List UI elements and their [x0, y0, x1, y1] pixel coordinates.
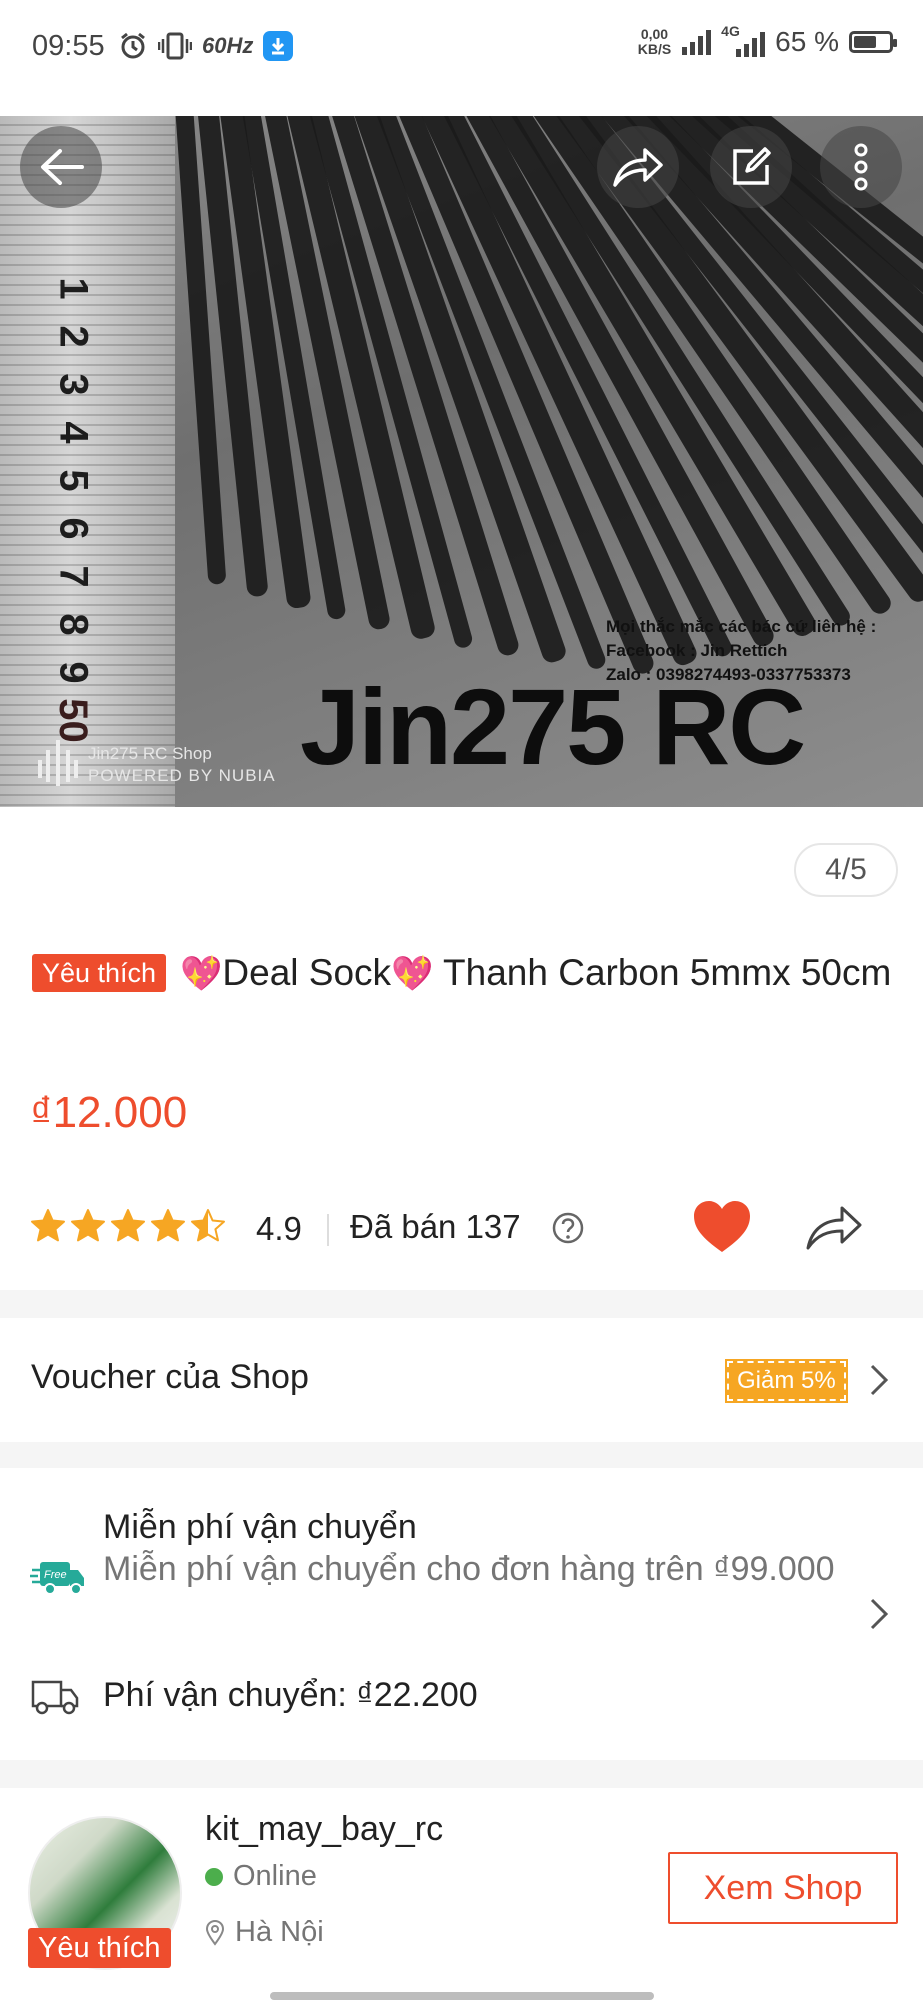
free-shipping-title: Miễn phí vận chuyển	[103, 1508, 417, 1546]
ruler-number: 3	[51, 373, 96, 396]
edit-button[interactable]	[710, 126, 792, 208]
rating-row: 4.9 Đã bán 137	[30, 1200, 900, 1256]
location-pin-icon	[205, 1919, 225, 1946]
chevron-right-icon	[870, 1598, 889, 1630]
image-counter: 4/5	[794, 843, 898, 897]
star-icon	[151, 1209, 185, 1242]
brand-watermark: Jin275 RC	[300, 666, 806, 787]
status-time: 09:55	[32, 30, 105, 62]
divider	[327, 1214, 329, 1246]
battery-level	[854, 36, 877, 48]
ruler-number: 9	[51, 661, 96, 684]
section-gap	[0, 1290, 923, 1318]
online-dot-icon	[205, 1867, 223, 1886]
ruler-number: 2	[51, 325, 96, 348]
nubia-logo-icon	[38, 740, 78, 786]
ruler-number: 7	[51, 565, 96, 588]
chevron-right-icon	[870, 1364, 889, 1396]
signal-icon	[682, 30, 712, 55]
rating-value: 4.9	[256, 1210, 302, 1247]
more-vertical-icon	[854, 143, 868, 191]
download-icon	[263, 31, 294, 61]
section-gap	[0, 1442, 923, 1468]
share-outline-icon[interactable]	[804, 1202, 864, 1252]
product-title: Yêu thích 💖Deal Sock💖 Thanh Carbon 5mmx 5…	[32, 948, 892, 999]
help-icon[interactable]	[552, 1212, 584, 1244]
free-shipping-desc: Miễn phí vận chuyển cho đơn hàng trên ₫9…	[103, 1550, 835, 1588]
vibrate-icon	[158, 32, 192, 60]
share-icon	[613, 148, 663, 187]
share-button[interactable]	[597, 126, 679, 208]
view-shop-button[interactable]: Xem Shop	[668, 1852, 898, 1924]
shop-online-status: Online	[205, 1860, 317, 1893]
star-icon	[31, 1209, 65, 1242]
more-button[interactable]	[820, 126, 902, 208]
shop-favorite-badge: Yêu thích	[28, 1928, 171, 1968]
ruler-number: 5	[51, 469, 96, 492]
sold-count: Đã bán 137	[350, 1208, 521, 1245]
product-price: ₫12.000	[30, 1088, 188, 1137]
heart-icon[interactable]	[692, 1200, 752, 1254]
battery-icon	[849, 31, 897, 53]
watermark-powered: POWERED BY NUBIA	[88, 766, 276, 785]
favorite-badge: Yêu thích	[32, 954, 167, 992]
star-icon	[111, 1209, 145, 1242]
ruler-number: 4	[51, 421, 96, 444]
arrow-left-icon	[41, 149, 84, 185]
shop-section: Yêu thích kit_may_bay_rc Online Hà Nội X…	[0, 1788, 923, 2000]
voucher-label: Voucher của Shop	[31, 1358, 309, 1396]
network-4g-icon: 4G	[721, 23, 766, 57]
sparkle-heart-icon: 💖	[180, 955, 223, 993]
product-image[interactable]: 1 2 3 4 5 6 7 8 9 50 Jin275 RC Shop POWERED BY NU…	[0, 116, 923, 807]
net-speed-value: 0,00	[640, 26, 669, 42]
star-icon	[71, 1209, 105, 1242]
ruler-number: 50	[50, 698, 95, 743]
shipping-fee: Phí vận chuyển: ₫22.200	[103, 1676, 478, 1714]
home-indicator[interactable]	[270, 1992, 654, 2000]
alarm-icon	[121, 32, 145, 59]
edit-icon	[733, 147, 771, 185]
shop-voucher-row[interactable]: Voucher của Shop Giảm 5%	[0, 1318, 923, 1442]
svg-text:Free: Free	[44, 1569, 67, 1581]
ruler-number: 8	[51, 613, 96, 636]
back-button[interactable]	[20, 126, 102, 208]
watermark-shop: Jin275 RC Shop	[88, 744, 212, 763]
section-gap	[0, 1760, 923, 1788]
refresh-rate: 60Hz	[202, 33, 254, 58]
shop-name[interactable]: kit_may_bay_rc	[205, 1810, 443, 1849]
net-speed-unit: KB/S	[637, 41, 672, 57]
title-part1: Deal Sock	[222, 952, 392, 993]
shop-location: Hà Nội	[205, 1916, 324, 1949]
rating-stars	[30, 1208, 226, 1244]
battery-percent: 65 %	[775, 26, 839, 57]
voucher-badge: Giảm 5%	[725, 1359, 848, 1403]
free-shipping-icon: Free	[30, 1556, 86, 1601]
title-part2: Thanh Carbon 5mmx 50cm	[443, 952, 892, 993]
shipping-section[interactable]: Free Miễn phí vận chuyển Miễn phí vận ch…	[0, 1468, 923, 1760]
status-bar: 09:55 60Hz 0,00 KB/S 4G 65 %	[0, 0, 923, 96]
star-icon	[191, 1209, 225, 1242]
truck-icon	[31, 1680, 79, 1715]
ruler-number: 6	[51, 517, 96, 540]
ruler-number: 1	[51, 277, 96, 300]
sparkle-heart-icon: 💖	[391, 955, 434, 993]
